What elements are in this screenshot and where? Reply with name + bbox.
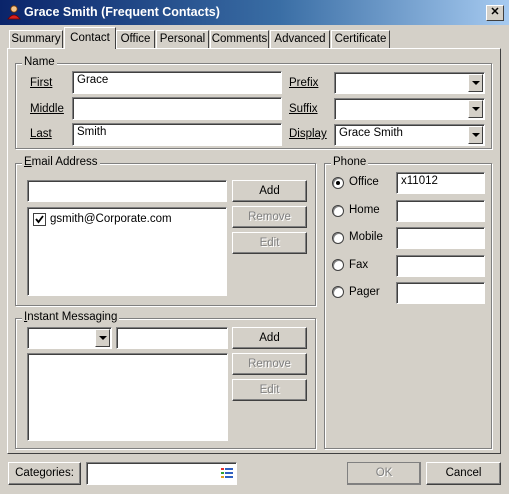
tab-comments[interactable]: Comments [210,30,269,49]
first-name-field[interactable]: Grace [72,71,282,94]
pager-label: Pager [349,286,380,298]
display-value: Grace Smith [339,127,403,139]
email-remove-button[interactable]: Remove [232,206,307,228]
email-legend-rest: mail Address [31,156,98,168]
im-remove-button[interactable]: Remove [232,353,307,375]
home-label: Home [349,204,380,216]
im-service-combo[interactable] [27,327,112,349]
tab-office[interactable]: Office [116,30,155,49]
checkmark-icon [35,215,44,224]
last-label: Last [30,128,52,140]
fax-phone-field[interactable] [396,255,485,277]
home-radio[interactable] [332,205,344,217]
chevron-down-icon[interactable] [468,100,483,118]
fax-label: Fax [349,259,369,271]
chevron-down-icon[interactable] [468,74,483,92]
tab-summary[interactable]: Summary [9,30,63,49]
email-add-button[interactable]: Add [232,180,307,202]
pager-phone-field[interactable] [396,282,485,304]
im-address-input[interactable] [116,327,228,349]
phone-group-legend: Phone [331,156,369,168]
im-legend-rest: nstant Messaging [27,311,118,323]
name-group-legend: Name [22,56,57,68]
mobile-radio[interactable] [332,232,344,244]
office-radio[interactable] [332,177,344,189]
first-label: First [30,77,53,89]
display-label: Display [289,128,327,140]
email-edit-button[interactable]: Edit [232,232,307,254]
tab-certificate[interactable]: Certificate [331,30,390,49]
close-button[interactable]: ✕ [486,5,504,21]
email-input[interactable] [27,180,227,202]
im-group-legend: Instant Messaging [22,311,120,323]
email-default-checkbox[interactable] [33,213,46,226]
email-entry[interactable]: gsmith@Corporate.com [50,213,172,225]
email-group-legend: Email Address [22,156,100,168]
suffix-combo[interactable] [334,98,485,120]
home-phone-field[interactable] [396,200,485,222]
middle-name-field[interactable] [72,97,282,120]
im-add-button[interactable]: Add [232,327,307,349]
categories-button[interactable]: Categories: [8,462,81,485]
im-list [27,353,228,441]
tab-contact[interactable]: Contact [64,27,116,49]
middle-label: Middle [30,103,64,115]
ok-button[interactable]: OK [347,462,421,485]
pager-radio[interactable] [332,286,344,298]
office-phone-field[interactable]: x11012 [396,172,485,194]
im-edit-button[interactable]: Edit [232,379,307,401]
list-icon[interactable] [221,467,233,479]
cancel-button[interactable]: Cancel [426,462,501,485]
prefix-label: Prefix [289,77,319,89]
tab-advanced[interactable]: Advanced [270,30,330,49]
chevron-down-icon[interactable] [468,126,483,144]
fax-radio[interactable] [332,259,344,271]
chevron-down-icon[interactable] [95,329,110,347]
tab-personal[interactable]: Personal [156,30,209,49]
mobile-phone-field[interactable] [396,227,485,249]
suffix-label: Suffix [289,103,318,115]
last-name-field[interactable]: Smith [72,123,282,146]
display-combo[interactable]: Grace Smith [334,124,485,146]
mobile-label: Mobile [349,231,383,243]
contact-person-icon [7,5,21,20]
prefix-combo[interactable] [334,72,485,94]
window-title: Grace Smith (Frequent Contacts) [24,5,220,19]
office-label: Office [349,176,379,188]
categories-field[interactable] [86,462,237,485]
